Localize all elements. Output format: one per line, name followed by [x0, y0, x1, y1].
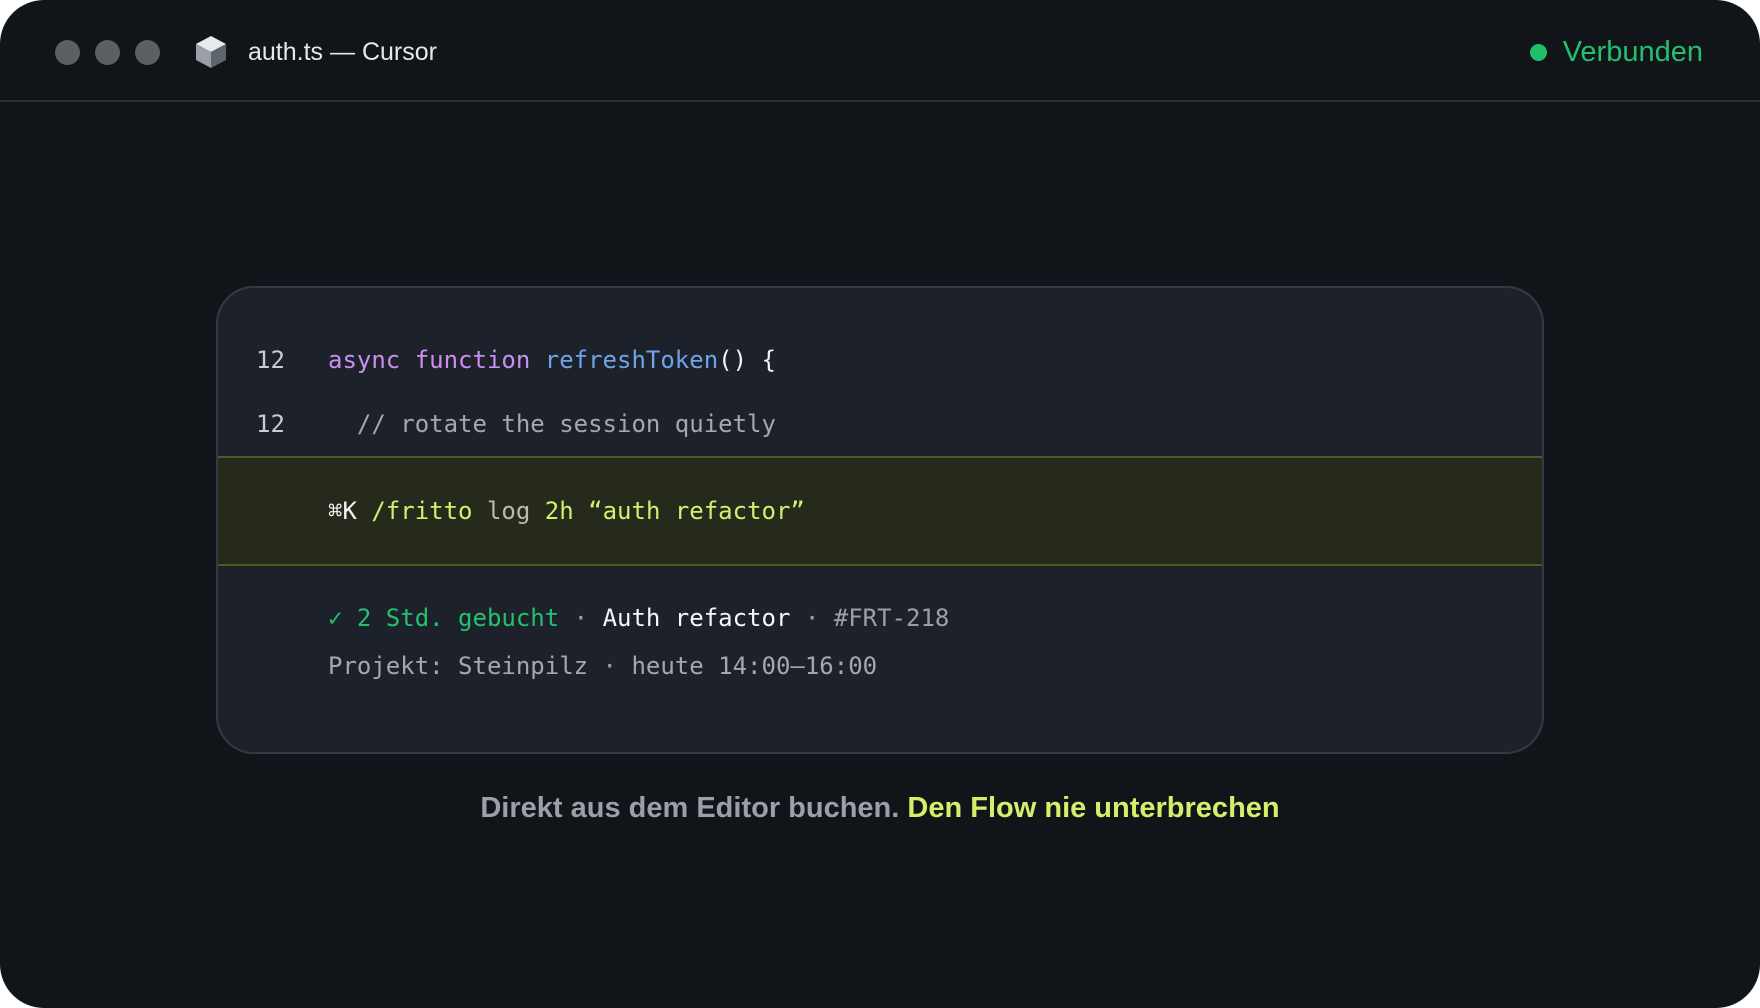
booked-text: 2 Std. gebucht	[356, 604, 560, 632]
separator: ·	[602, 652, 617, 680]
window-title: auth.ts — Cursor	[248, 38, 437, 66]
code-comment: // rotate the session quietly	[356, 410, 776, 438]
title-bar: auth.ts — Cursor Verbunden	[0, 0, 1760, 102]
command-text[interactable]: ⌘K /fritto log 2h “auth refactor”	[328, 491, 805, 531]
line-number: 12	[256, 410, 285, 438]
separator: ·	[804, 604, 820, 632]
status-dot-icon	[1529, 43, 1547, 61]
keyword-function: function	[414, 346, 531, 374]
command-verb: log	[486, 497, 531, 525]
app-window: auth.ts — Cursor Verbunden 12 async func…	[0, 0, 1760, 1008]
code-text: // rotate the session quietly	[328, 404, 776, 444]
task-name: Auth refactor	[602, 604, 791, 632]
code-line: 12 async function refreshToken() {	[218, 340, 1542, 380]
close-window-button[interactable]	[55, 40, 80, 65]
checkmark-icon: ✓	[328, 604, 343, 632]
result-text: ✓ 2 Std. gebucht · Auth refactor · #FRT-…	[328, 598, 949, 638]
cursor-cube-icon	[196, 36, 226, 68]
ticket-id: #FRT-218	[833, 604, 950, 632]
project-name: Projekt: Steinpilz	[328, 652, 589, 680]
command-shortcut: ⌘K	[328, 497, 357, 525]
separator: ·	[573, 604, 589, 632]
connection-status: Verbunden	[1529, 34, 1703, 70]
command-duration: 2h	[544, 497, 574, 525]
line-number: 12	[256, 346, 285, 374]
command-result-line: ✓ 2 Std. gebucht · Auth refactor · #FRT-…	[218, 598, 1542, 638]
code-text: async function refreshToken() {	[328, 340, 776, 380]
tagline: Direkt aus dem Editor buchen. Den Flow n…	[0, 788, 1760, 828]
editor-card: 12 async function refreshToken() { 12 //…	[216, 286, 1544, 754]
tagline-part-1: Direkt aus dem Editor buchen.	[480, 792, 900, 824]
connection-status-label: Verbunden	[1562, 35, 1703, 68]
function-name: refreshToken	[544, 346, 719, 374]
time-range: heute 14:00–16:00	[631, 652, 878, 680]
command-result-meta: Projekt: Steinpilz · heute 14:00–16:00	[218, 646, 1542, 686]
meta-text: Projekt: Steinpilz · heute 14:00–16:00	[328, 646, 877, 686]
zoom-window-button[interactable]	[135, 40, 160, 65]
code-punctuation: () {	[718, 346, 776, 374]
code-line: 12 // rotate the session quietly	[218, 404, 1542, 444]
inline-command-prompt[interactable]: ⌘K /fritto log 2h “auth refactor”	[218, 456, 1542, 566]
tagline-part-2: Den Flow nie unterbrechen	[907, 792, 1280, 824]
keyword-async: async	[328, 346, 401, 374]
minimize-window-button[interactable]	[95, 40, 120, 65]
command-description: “auth refactor”	[588, 497, 805, 525]
slash-command: /fritto	[371, 497, 473, 525]
